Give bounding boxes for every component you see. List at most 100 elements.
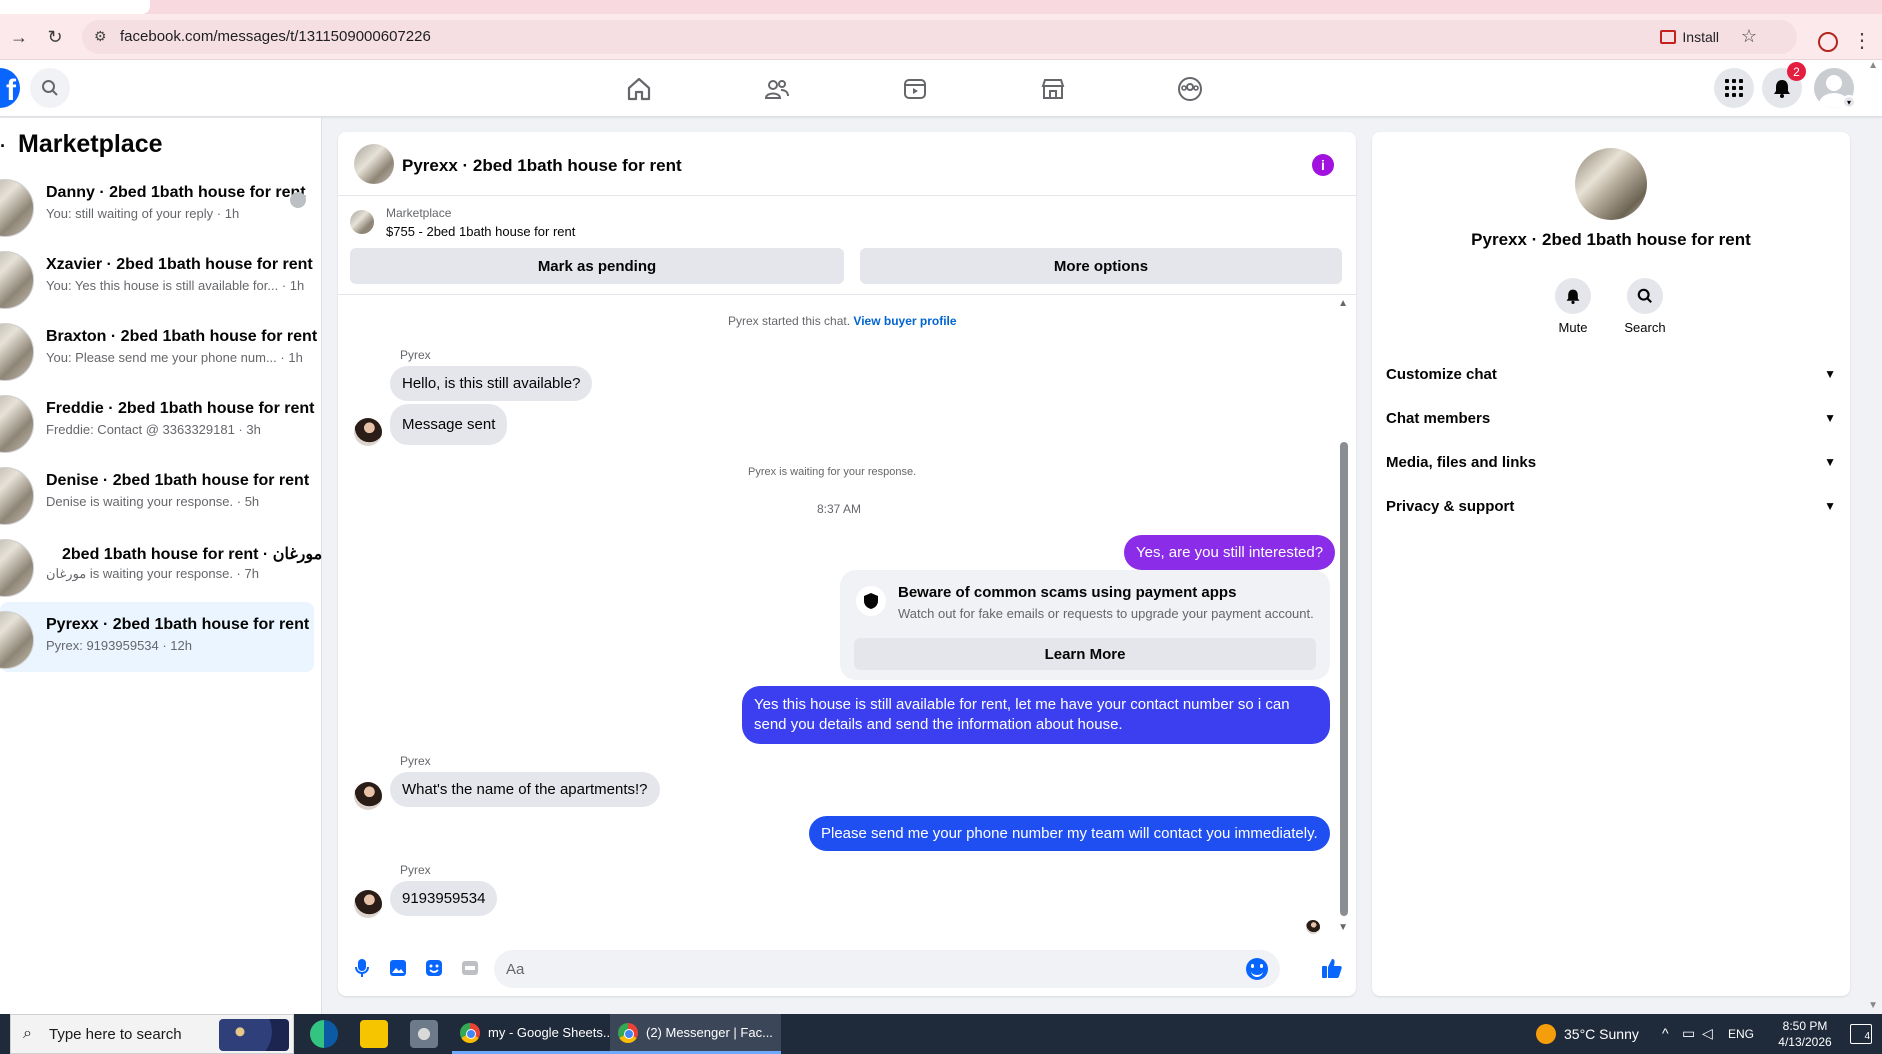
incoming-message[interactable]: 9193959534 xyxy=(390,881,498,916)
chat-title[interactable]: Pyrexx · 2bed 1bath house for rent xyxy=(402,156,682,176)
media-files-links-section[interactable]: Media, files and links ▼ xyxy=(1386,444,1836,480)
chevron-down-icon[interactable]: ▾ xyxy=(1842,95,1856,109)
warning-title: Beware of common scams using payment app… xyxy=(898,584,1237,601)
sender-avatar[interactable] xyxy=(354,418,382,446)
scroll-up-arrow[interactable]: ▲ xyxy=(1338,298,1348,309)
notification-count: 4 xyxy=(1864,1031,1870,1042)
app-icon[interactable] xyxy=(410,1020,438,1048)
search-in-chat-button[interactable]: Search xyxy=(1615,278,1675,335)
chat-members-section[interactable]: Chat members ▼ xyxy=(1386,400,1836,436)
search-label: Search xyxy=(1624,320,1666,335)
bookmark-star-icon[interactable]: ☆ xyxy=(1741,26,1757,47)
mute-button[interactable]: Mute xyxy=(1543,278,1603,335)
listing-thumbnail xyxy=(0,251,34,309)
site-settings-icon[interactable]: ⚙ xyxy=(94,28,112,46)
section-label: Customize chat xyxy=(1386,365,1497,383)
nav-home[interactable] xyxy=(599,60,679,117)
network-icon[interactable]: ▭ xyxy=(1682,1025,1695,1042)
browser-menu-icon[interactable]: ⋮ xyxy=(1852,28,1872,53)
scroll-down-arrow[interactable]: ▼ xyxy=(1338,922,1348,933)
clock[interactable]: 8:50 PM 4/13/2026 xyxy=(1770,1018,1840,1050)
sticky-notes-icon[interactable] xyxy=(360,1020,388,1048)
nav-video[interactable] xyxy=(875,60,955,117)
taskbar-google-sheets[interactable]: my - Google Sheets... xyxy=(452,1014,622,1054)
facebook-search-button[interactable] xyxy=(30,68,70,108)
nav-groups[interactable] xyxy=(1150,60,1230,117)
menu-grid-button[interactable] xyxy=(1714,68,1754,108)
conversation-item-freddie[interactable]: Freddie · 2bed 1bath house for rent Fred… xyxy=(0,386,314,456)
search-icon xyxy=(42,80,58,96)
panel-title: Marketplace xyxy=(18,130,163,158)
conversation-item-braxton[interactable]: Braxton · 2bed 1bath house for rent You:… xyxy=(0,314,317,384)
microphone-icon[interactable] xyxy=(350,956,374,980)
chat-details-panel: Pyrexx · 2bed 1bath house for rent Mute … xyxy=(1372,132,1850,996)
edge-icon[interactable] xyxy=(310,1020,338,1048)
conversation-item-danny[interactable]: Danny · 2bed 1bath house for rent You: s… xyxy=(0,170,314,240)
listing-thumbnail xyxy=(0,179,34,237)
bell-icon xyxy=(1555,278,1591,314)
message-input[interactable]: Aa xyxy=(494,950,1280,988)
page-scroll-down-arrow[interactable]: ▼ xyxy=(1868,1000,1878,1011)
notification-center-icon[interactable]: 4 xyxy=(1850,1024,1872,1044)
privacy-support-section[interactable]: Privacy & support ▼ xyxy=(1386,488,1836,524)
page-scroll-up-arrow[interactable]: ▲ xyxy=(1868,60,1878,71)
browser-profile-icon[interactable] xyxy=(1818,32,1838,52)
language-indicator[interactable]: ENG xyxy=(1728,1027,1754,1041)
photo-icon[interactable] xyxy=(386,956,410,980)
chat-header: Pyrexx · 2bed 1bath house for rent i xyxy=(338,132,1356,196)
mark-as-pending-button[interactable]: Mark as pending xyxy=(350,248,844,284)
volume-icon[interactable]: ◁ xyxy=(1702,1025,1713,1042)
sender-avatar[interactable] xyxy=(354,890,382,918)
gif-icon[interactable] xyxy=(458,956,482,980)
chevron-up-icon[interactable]: ^ xyxy=(1662,1025,1669,1041)
weather-text[interactable]: 35°C Sunny xyxy=(1564,1026,1639,1042)
more-options-button[interactable]: More options xyxy=(860,248,1342,284)
emoji-icon[interactable] xyxy=(1246,958,1268,980)
chat-avatar[interactable] xyxy=(354,144,394,184)
nav-friends[interactable] xyxy=(737,60,817,117)
outgoing-message[interactable]: Yes, are you still interested? xyxy=(1124,535,1336,570)
back-icon[interactable]: · xyxy=(0,136,6,157)
facebook-logo-icon[interactable]: f xyxy=(0,68,20,108)
message-input-placeholder: Aa xyxy=(506,961,525,978)
listing-thumbnail xyxy=(0,395,34,453)
active-tab[interactable] xyxy=(0,0,150,14)
outgoing-message[interactable]: Please send me your phone number my team… xyxy=(809,816,1330,851)
customize-chat-section[interactable]: Customize chat ▼ xyxy=(1386,356,1836,392)
thumbs-up-icon[interactable] xyxy=(1320,956,1344,980)
search-icon xyxy=(1627,278,1663,314)
omnibox[interactable]: ⚙ facebook.com/messages/t/13115090006072… xyxy=(82,20,1797,54)
install-icon xyxy=(1660,30,1677,44)
clock-time: 8:50 PM xyxy=(1782,1019,1828,1033)
nav-marketplace[interactable] xyxy=(1013,60,1093,117)
taskbar-messenger[interactable]: (2) Messenger | Fac... xyxy=(610,1014,781,1054)
listing-thumbnail xyxy=(0,539,34,597)
incoming-message[interactable]: Hello, is this still available? xyxy=(390,366,593,401)
task-label: my - Google Sheets... xyxy=(488,1025,614,1040)
sticker-icon[interactable] xyxy=(422,956,446,980)
url-text[interactable]: facebook.com/messages/t/1311509000607226 xyxy=(120,28,431,45)
conversation-item-denise[interactable]: Denise · 2bed 1bath house for rent Denis… xyxy=(0,458,314,528)
install-button[interactable]: Install xyxy=(1660,26,1719,48)
taskbar-search-box[interactable]: ⌕ Type here to search xyxy=(10,1014,294,1054)
facebook-header: f 2 ▾ xyxy=(0,60,1882,117)
groups-icon xyxy=(1178,76,1202,101)
reload-icon[interactable]: ↻ xyxy=(42,24,68,50)
outgoing-message[interactable]: Yes this house is still available for re… xyxy=(742,686,1330,744)
forward-icon[interactable]: → xyxy=(6,24,32,50)
friends-icon xyxy=(764,79,789,99)
view-buyer-profile-link[interactable]: View buyer profile xyxy=(853,314,956,328)
sender-avatar[interactable] xyxy=(354,782,382,810)
conversation-item-xzavier[interactable]: Xzavier · 2bed 1bath house for rent You:… xyxy=(0,242,314,312)
chat-profile-avatar[interactable] xyxy=(1575,148,1647,220)
weather-sun-icon[interactable] xyxy=(1536,1024,1556,1044)
chat-scrollbar[interactable] xyxy=(1340,442,1348,916)
info-icon[interactable]: i xyxy=(1312,154,1334,176)
incoming-message[interactable]: What's the name of the apartments!? xyxy=(390,772,660,807)
conversation-item-morgan[interactable]: مورغان · 2bed 1bath house for rent مورغا… xyxy=(0,530,322,600)
incoming-message[interactable]: Message sent xyxy=(390,404,508,445)
conversation-item-pyrexx[interactable]: Pyrexx · 2bed 1bath house for rent Pyrex… xyxy=(0,602,314,672)
learn-more-button[interactable]: Learn More xyxy=(854,638,1316,670)
marketplace-label: Marketplace xyxy=(386,206,452,220)
notifications-button[interactable]: 2 xyxy=(1762,62,1806,108)
